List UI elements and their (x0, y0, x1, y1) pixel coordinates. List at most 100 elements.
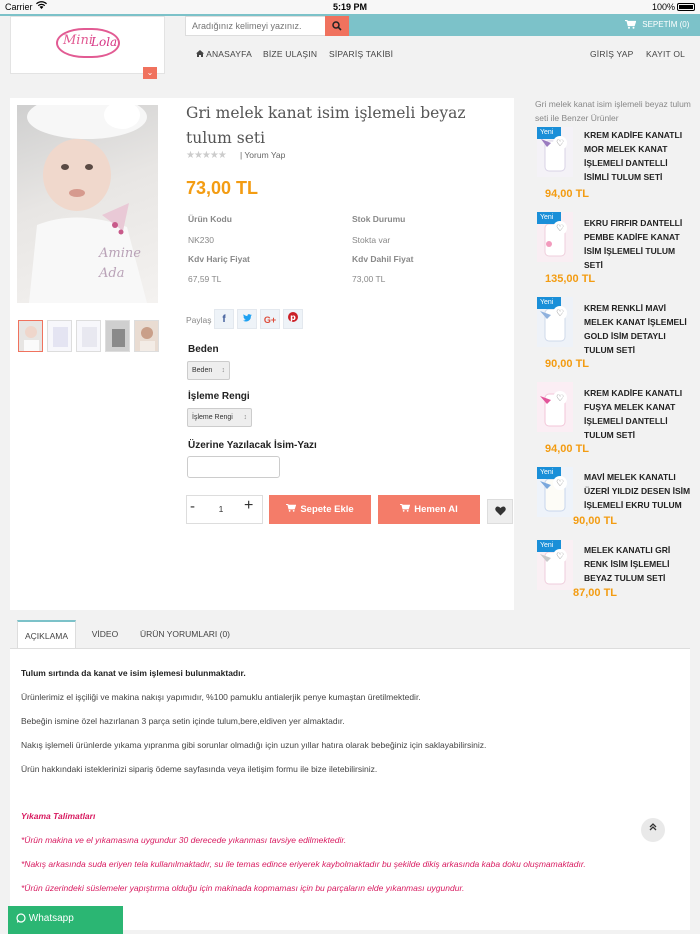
similar-product-price: 87,00 TL (573, 587, 618, 599)
category-toggle-button[interactable]: ⌄ (143, 67, 157, 79)
buy-now-label: Hemen Al (414, 504, 458, 515)
similar-product-price: 94,00 TL (545, 443, 590, 455)
select-arrows-icon: ↕ (221, 367, 226, 374)
name-text-label: Üzerine Yazılacak İsim-Yazı (188, 440, 317, 451)
similar-product-image[interactable] (537, 382, 573, 432)
product-thumbnail[interactable] (47, 320, 72, 352)
battery-icon (677, 3, 695, 11)
washing-instruction: *Ürün makina ve el yıkamasına uygundur 3… (21, 835, 347, 845)
heart-icon[interactable]: ♡ (553, 306, 567, 320)
spec-incl-vat-label: Kdv Dahil Fiyat (352, 254, 414, 264)
heart-icon[interactable]: ♡ (553, 391, 567, 405)
similar-product-item[interactable]: ♡ KREM KADİFE KANATLI FUŞYA MELEK KANAT … (537, 380, 697, 458)
similar-product-name[interactable]: KREM RENKLİ MAVİ MELEK KANAT İŞLEMELİ GO… (584, 301, 692, 357)
similar-product-item[interactable]: Yeni ♡ KREM RENKLİ MAVİ MELEK KANAT İŞLE… (537, 295, 697, 373)
similar-product-name[interactable]: KREM KADİFE KANATLI MOR MELEK KANAT İŞLE… (584, 128, 692, 184)
size-select[interactable]: Beden ↕ (187, 361, 230, 380)
description-paragraph: Ürünlerimiz el işçiliği ve makina nakışı… (21, 692, 421, 702)
add-to-cart-label: Sepete Ekle (300, 504, 354, 515)
add-to-wishlist-button[interactable] (487, 499, 513, 524)
spec-code-label: Ürün Kodu (188, 214, 232, 224)
heart-icon[interactable]: ♡ (553, 549, 567, 563)
product-thumbnail[interactable] (76, 320, 101, 352)
quantity-increase-button[interactable]: + (244, 497, 253, 515)
quantity-decrease-button[interactable]: - (190, 498, 195, 515)
status-bar: Carrier 5:19 PM 100% (0, 0, 700, 14)
spec-incl-vat-value: 73,00 TL (352, 274, 386, 284)
nav-contact[interactable]: BİZE ULAŞIN (263, 49, 317, 59)
nav-home[interactable]: ANASAYFA (196, 49, 252, 59)
heart-icon[interactable]: ♡ (553, 136, 567, 150)
site-logo[interactable]: Mini Lola (56, 28, 120, 58)
similar-product-item[interactable]: Yeni ♡ EKRU FIRFIR DANTELLİ PEMBE KADİFE… (537, 210, 697, 288)
similar-product-name[interactable]: EKRU FIRFIR DANTELLİ PEMBE KADİFE KANAT … (584, 216, 692, 272)
washing-instructions-title: Yıkama Talimatları (21, 811, 96, 821)
buy-now-button[interactable]: Hemen Al (378, 495, 480, 524)
share-pinterest-button[interactable]: p (283, 309, 303, 329)
search-button[interactable] (325, 16, 349, 36)
add-to-cart-button[interactable]: Sepete Ekle (269, 495, 371, 524)
similar-product-price: 94,00 TL (545, 188, 590, 200)
svg-text:Amine: Amine (98, 246, 141, 261)
cart-link[interactable]: SEPETİM (0) (625, 20, 690, 30)
whatsapp-icon (16, 913, 26, 924)
product-main-image[interactable]: Amine Ada (17, 105, 158, 303)
pinterest-icon: p (288, 312, 298, 325)
size-label: Beden (188, 344, 219, 355)
share-twitter-button[interactable] (237, 309, 257, 329)
whatsapp-button[interactable]: Whatsapp (8, 906, 123, 934)
home-icon (196, 49, 206, 59)
similar-product-item[interactable]: Yeni ♡ MAVİ MELEK KANATLI ÜZERİ YILDIZ D… (537, 465, 697, 535)
similar-product-name[interactable]: KREM KADİFE KANATLI FUŞYA MELEK KANAT İŞ… (584, 386, 692, 442)
product-thumbnail[interactable] (18, 320, 43, 352)
spec-excl-vat-label: Kdv Hariç Fiyat (188, 254, 250, 264)
svg-text:p: p (290, 313, 296, 322)
logo-text-lola: Lola (91, 35, 118, 49)
share-google-plus-button[interactable]: G+ (260, 309, 280, 329)
scroll-to-top-button[interactable] (641, 818, 665, 842)
name-text-input[interactable] (187, 456, 280, 478)
similar-product-name[interactable]: MELEK KANATLI GRİ RENK İSİM İŞLEMELİ BEY… (584, 543, 692, 585)
similar-product-name[interactable]: MAVİ MELEK KANATLI ÜZERİ YILDIZ DESEN İS… (584, 470, 692, 512)
spec-stock-label: Stok Durumu (352, 214, 406, 224)
nav-home-label: ANASAYFA (206, 49, 252, 59)
search-icon (332, 19, 342, 34)
similar-product-item[interactable]: Yeni ♡ MELEK KANATLI GRİ RENK İSİM İŞLEM… (537, 538, 697, 608)
similar-products-heading: Gri melek kanat isim işlemeli beyaz tulu… (535, 99, 691, 123)
washing-instruction: *Ürün üzerindeki süslemeler yapıştırma o… (21, 883, 465, 893)
embroidery-color-select[interactable]: İşleme Rengi ↕ (187, 408, 252, 427)
tab-description[interactable]: AÇIKLAMA (17, 620, 76, 648)
share-label: Paylaş (186, 315, 212, 325)
spec-excl-vat-value: 67,59 TL (188, 274, 222, 284)
facebook-icon: f (222, 314, 226, 325)
nav-register[interactable]: KAYIT OL (646, 49, 685, 59)
nav-login[interactable]: GİRİŞ YAP (590, 49, 634, 59)
washing-instruction: *Nakış arkasında suda eriyen tela kullan… (21, 859, 586, 869)
similar-product-item[interactable]: Yeni ♡ KREM KADİFE KANATLI MOR MELEK KAN… (537, 125, 697, 203)
status-time: 5:19 PM (332, 2, 367, 12)
description-paragraph: Nakış işlemeli ürünlerde yıkama yıpranma… (21, 740, 487, 750)
similar-product-price: 90,00 TL (545, 358, 590, 370)
google-plus-icon: G+ (263, 315, 277, 325)
write-review-link[interactable]: | Yorum Yap (240, 150, 285, 160)
description-paragraph: Bebeğin ismine özel hazırlanan 3 parça s… (21, 716, 345, 726)
product-thumbnail[interactable] (105, 320, 130, 352)
cart-icon (286, 504, 300, 515)
nav-order-tracking[interactable]: SİPARİŞ TAKİBİ (329, 49, 393, 59)
description-paragraph: Tulum sırtında da kanat ve isim işlemesi… (21, 668, 246, 678)
tab-video[interactable]: VİDEO (82, 620, 128, 648)
quantity-value[interactable]: 1 (213, 504, 229, 514)
cart-label: SEPETİM (0) (642, 20, 690, 29)
cart-icon (625, 20, 642, 30)
heart-icon[interactable]: ♡ (553, 221, 567, 235)
search-input[interactable] (185, 16, 325, 36)
rating-stars[interactable]: ★★★★★ (186, 150, 227, 161)
size-select-value: Beden (192, 367, 213, 374)
tab-reviews[interactable]: ÜRÜN YORUMLARI (0) (136, 620, 234, 648)
product-thumbnail[interactable] (134, 320, 159, 352)
cart-icon (400, 504, 414, 515)
similar-product-price: 90,00 TL (573, 515, 618, 527)
share-facebook-button[interactable]: f (214, 309, 234, 329)
heart-icon[interactable]: ♡ (553, 476, 567, 490)
chevron-down-icon: ⌄ (146, 68, 154, 77)
